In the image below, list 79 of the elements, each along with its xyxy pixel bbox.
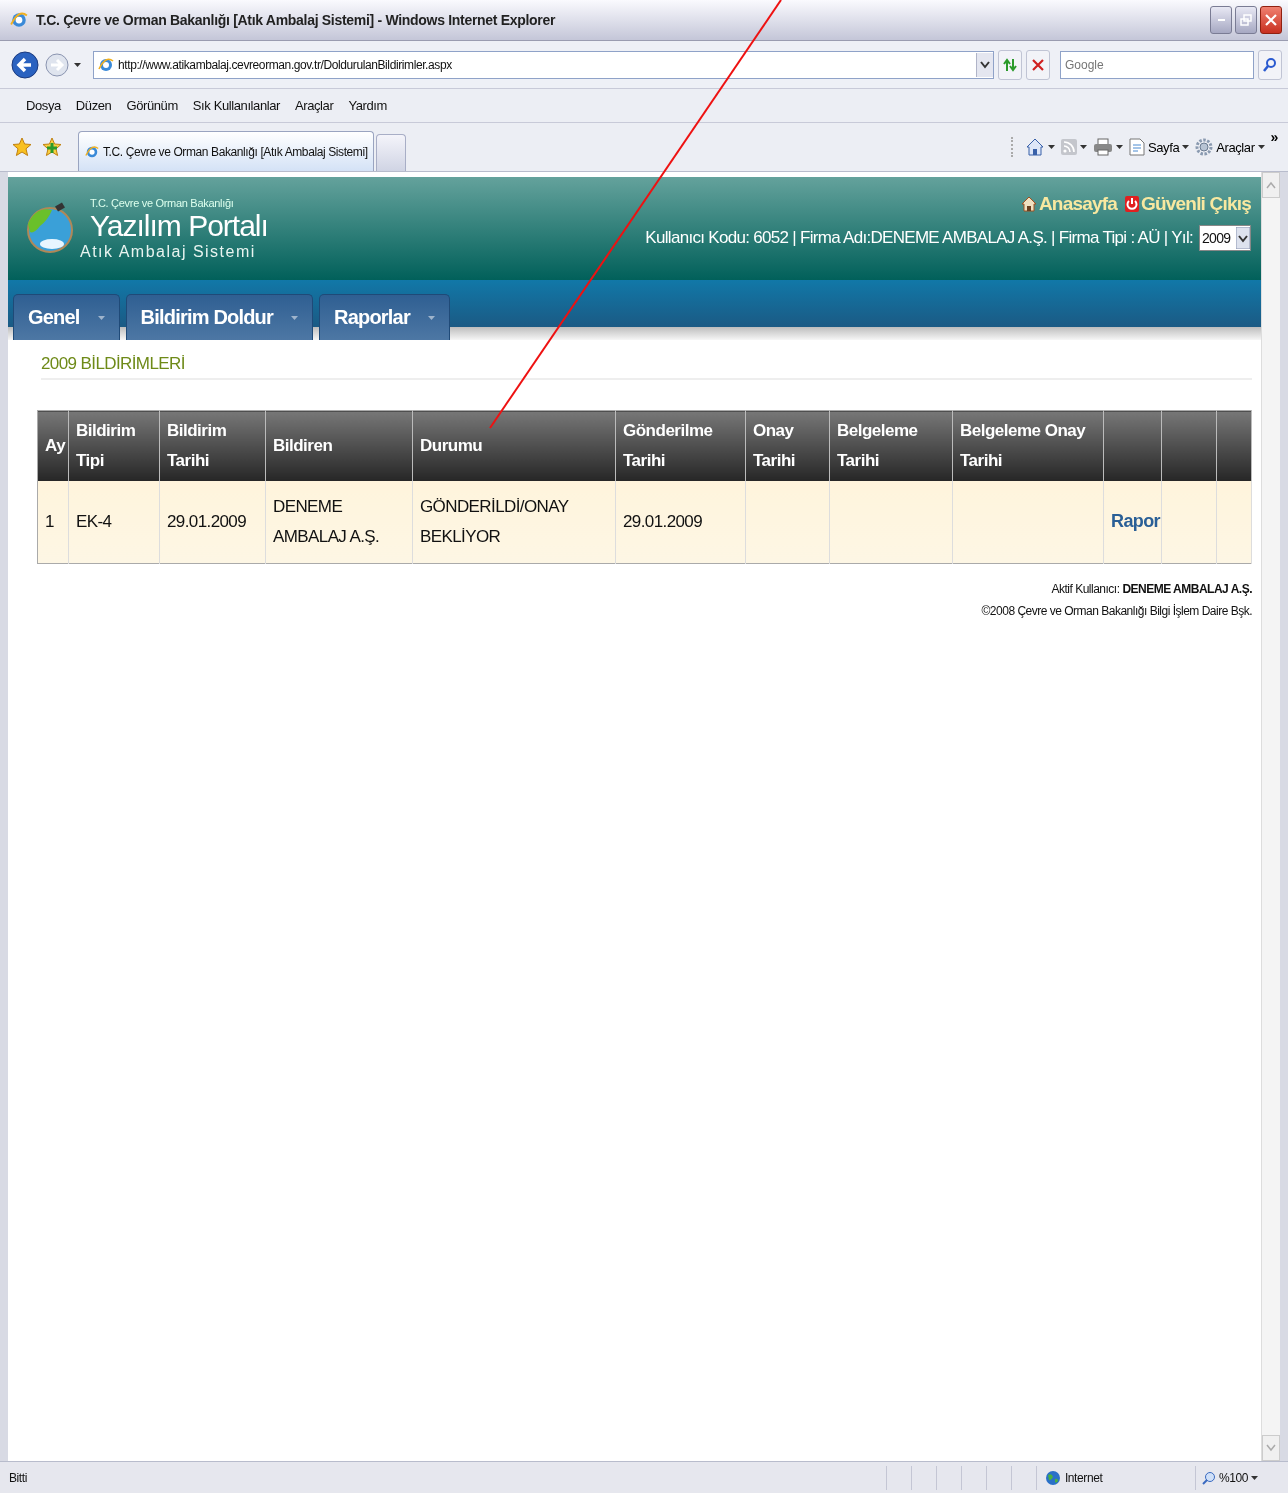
column-header: Onay Tarihi <box>745 410 830 481</box>
section-title: 2009 BİLDİRİMLERİ <box>41 354 1252 380</box>
command-button[interactable]: Sayfa <box>1128 138 1180 156</box>
column-header: Ay <box>37 410 69 481</box>
restore-icon <box>1240 14 1252 26</box>
page-icon <box>1128 138 1145 156</box>
zoom-icon <box>1201 1470 1216 1485</box>
refresh-icon <box>1002 56 1018 73</box>
star-icon[interactable] <box>12 137 32 157</box>
copyright-text: ©2008 Çevre ve Orman Bakanlığı Bilgi İşlem Daire Bşk. <box>981 603 1252 618</box>
security-zone: Internet <box>1064 1470 1103 1485</box>
zoom-control[interactable]: %100 <box>1194 1465 1264 1490</box>
ministry-name: T.C. Çevre ve Orman Bakanlığı <box>90 196 235 209</box>
menu-item[interactable]: Dosya <box>26 98 61 113</box>
dropdown-icon[interactable] <box>980 60 990 69</box>
add-favorite-icon[interactable] <box>42 137 62 157</box>
caret-icon[interactable] <box>1257 145 1265 149</box>
close-icon <box>1265 14 1277 26</box>
column-header: Bildiren <box>265 410 413 481</box>
table-cell: 1 <box>37 480 69 563</box>
dropdown-icon[interactable] <box>1236 227 1250 249</box>
menu-item[interactable]: Yardım <box>348 98 387 113</box>
globe-icon <box>1044 1469 1061 1486</box>
column-header <box>1103 410 1162 481</box>
menu-item[interactable]: Görünüm <box>126 98 178 113</box>
close-button[interactable] <box>1260 6 1282 34</box>
active-user-text: Aktif Kullanıcı: DENEME AMBALAJ A.Ş. <box>1051 581 1252 596</box>
home-icon[interactable] <box>1024 137 1045 157</box>
search-button[interactable] <box>1258 49 1282 80</box>
more-button[interactable]: » <box>1270 129 1278 145</box>
power-icon <box>1125 196 1139 212</box>
gear-icon <box>1195 138 1214 156</box>
column-header: Durumu <box>412 410 616 481</box>
menu-item[interactable]: Araçlar <box>295 98 334 113</box>
command-button[interactable]: Araçlar <box>1195 138 1255 156</box>
caret-icon[interactable] <box>1047 145 1055 149</box>
nav-menu-tab[interactable]: Genel <box>13 294 120 340</box>
browser-icon <box>98 56 114 73</box>
column-header: Bildirim Tarihi <box>159 410 266 481</box>
table-cell: 29.01.2009 <box>159 480 266 563</box>
column-header: Gönderilme Tarihi <box>615 410 746 481</box>
browser-icon <box>10 11 28 29</box>
status-text: Bitti <box>9 1470 28 1485</box>
menu-item[interactable]: Sık Kullanılanlar <box>192 98 280 113</box>
portal-title: Yazılım Portalı <box>90 208 268 243</box>
window-title: T.C. Çevre ve Orman Bakanlığı [Atık Ambalaj Sistemi] - Windows Internet Explorer <box>36 12 557 28</box>
caret-icon[interactable] <box>1251 1475 1258 1480</box>
restore-button[interactable] <box>1235 6 1257 34</box>
back-button[interactable] <box>10 49 40 80</box>
minimize-icon <box>1217 19 1225 21</box>
search-icon <box>1263 56 1277 73</box>
home-icon <box>1020 196 1037 212</box>
caret-icon[interactable] <box>74 62 81 67</box>
browser-icon <box>85 144 99 159</box>
column-header: Belgeleme Tarihi <box>829 410 953 481</box>
caret-icon[interactable] <box>1079 145 1087 149</box>
column-header: Bildirim Tipi <box>68 410 160 481</box>
portal-subtitle: Atık Ambalaj Sistemi <box>80 242 257 261</box>
table-cell: 29.01.2009 <box>615 480 746 563</box>
browser-tab[interactable]: T.C. Çevre ve Orman Bakanlığı [Atık Ambalaj Sistemi] <box>78 131 374 171</box>
nav-menu-tab[interactable]: Bildirim Doldur <box>125 294 314 340</box>
column-header: Belgeleme Onay Tarihi <box>952 410 1104 481</box>
caret-icon[interactable] <box>1182 145 1190 149</box>
search-field[interactable]: Google <box>1060 50 1254 79</box>
table-cell: DENEME AMBALAJ A.Ş. <box>265 480 413 563</box>
user-info: Kullanıcı Kodu: 6052 | Firma Adı:DENEME AMBALAJ A.Ş. | Firma Tipi : AÜ | Yıl: <box>645 228 1193 248</box>
close-icon <box>1032 58 1044 71</box>
stop-button[interactable] <box>1026 49 1050 80</box>
printer-icon[interactable] <box>1092 138 1113 156</box>
caret-icon[interactable] <box>1115 145 1123 149</box>
minimize-button[interactable] <box>1210 6 1232 34</box>
address-field[interactable]: http://www.atikambalaj.cevreorman.gov.tr/DoldurulanBildirimler.aspx <box>93 50 994 79</box>
refresh-button[interactable] <box>998 49 1022 80</box>
table-cell: GÖNDERİLDİ/ONAY BEKLİYOR <box>412 480 616 563</box>
report-link[interactable]: Rapor <box>1111 511 1160 531</box>
table-cell: EK-4 <box>68 480 160 563</box>
year-select[interactable]: 2009 <box>1199 225 1251 251</box>
menu-item[interactable]: Düzen <box>75 98 112 113</box>
nav-menu-tab[interactable]: Raporlar <box>319 294 450 340</box>
